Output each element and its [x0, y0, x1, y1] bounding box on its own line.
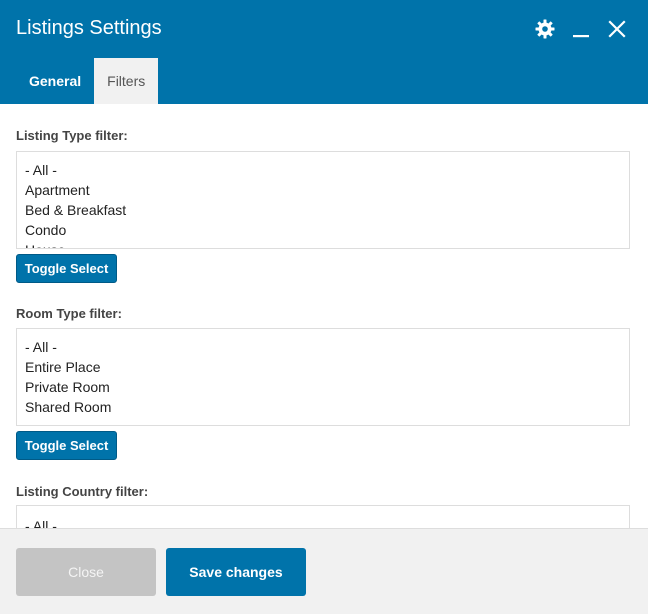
tab-filters[interactable]: Filters	[94, 58, 159, 104]
dialog-title: Listings Settings	[16, 17, 162, 39]
list-option[interactable]: Entire Place	[25, 357, 621, 377]
listing-country-filter-label: Listing Country filter:	[16, 484, 149, 499]
minimize-icon[interactable]	[570, 18, 592, 40]
list-option[interactable]: - All -	[25, 160, 621, 180]
save-changes-button[interactable]: Save changes	[166, 548, 306, 596]
list-option[interactable]: Condo	[25, 220, 621, 240]
filters-panel: Listing Type filter: - All - Apartment B…	[0, 104, 648, 528]
tab-general[interactable]: General	[16, 58, 94, 104]
list-option[interactable]: House	[25, 240, 621, 248]
listing-type-listbox[interactable]: - All - Apartment Bed & Breakfast Condo …	[16, 151, 630, 249]
gear-icon[interactable]	[534, 18, 556, 40]
listing-type-toggle-select-button[interactable]: Toggle Select	[16, 254, 117, 283]
header-controls	[534, 18, 628, 40]
list-option[interactable]: Private Room	[25, 377, 621, 397]
list-option[interactable]: Bed & Breakfast	[25, 200, 621, 220]
dialog-header: Listings Settings General Filters	[0, 0, 648, 104]
close-button[interactable]: Close	[16, 548, 156, 596]
list-option[interactable]: Shared Room	[25, 397, 621, 417]
close-icon[interactable]	[606, 18, 628, 40]
listing-country-listbox[interactable]: - All -	[16, 505, 630, 528]
tab-bar: General Filters	[16, 58, 159, 104]
room-type-listbox[interactable]: - All - Entire Place Private Room Shared…	[16, 328, 630, 426]
room-type-filter-label: Room Type filter:	[16, 306, 122, 321]
list-option[interactable]: - All -	[25, 337, 621, 357]
room-type-toggle-select-button[interactable]: Toggle Select	[16, 431, 117, 460]
dialog-footer: Close Save changes	[0, 528, 648, 614]
list-option[interactable]: - All -	[25, 516, 621, 528]
listing-type-filter-label: Listing Type filter:	[16, 128, 128, 143]
list-option[interactable]: Apartment	[25, 180, 621, 200]
